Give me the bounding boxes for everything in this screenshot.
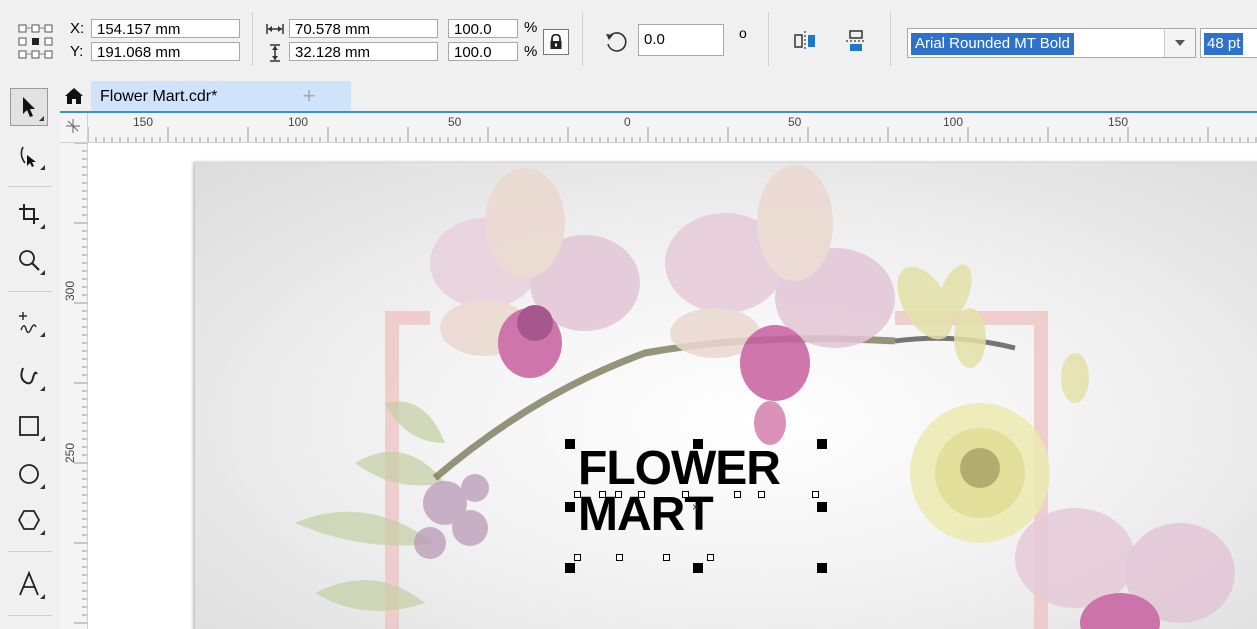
selection-handle-bottom-center[interactable]	[693, 563, 703, 573]
ruler-label: 50	[788, 115, 802, 129]
selected-text-object[interactable]: FLOWER MART	[578, 445, 781, 539]
polygon-icon	[17, 510, 41, 530]
text-node[interactable]	[574, 491, 581, 498]
text-icon	[19, 571, 39, 596]
text-node[interactable]	[812, 491, 819, 498]
freehand-tool[interactable]	[10, 303, 48, 341]
separator	[890, 12, 891, 66]
text-node[interactable]	[638, 491, 645, 498]
percent-label-x: %	[524, 19, 538, 36]
text-node[interactable]	[734, 491, 741, 498]
ellipse-tool[interactable]	[10, 455, 48, 493]
tab-title: Flower Mart.cdr*	[100, 88, 218, 105]
text-node[interactable]	[663, 554, 670, 561]
drawing-canvas[interactable]: FLOWER MART ×	[88, 143, 1257, 629]
rotate-icon	[603, 29, 629, 55]
text-node[interactable]	[707, 554, 714, 561]
flower-artwork	[295, 165, 1235, 629]
font-size-value: 48 pt	[1204, 33, 1244, 55]
font-size-field[interactable]: 48 pt	[1200, 28, 1257, 58]
chevron-down-icon[interactable]	[1164, 29, 1195, 57]
toolbox	[0, 81, 60, 629]
selection-handle-top-right[interactable]	[817, 439, 827, 449]
shape-edit-icon	[20, 146, 36, 167]
text-node[interactable]	[616, 554, 623, 561]
ruler-label: 300	[63, 280, 77, 301]
mirror-vertical-icon[interactable]	[842, 27, 870, 55]
center-mark-icon[interactable]: ×	[692, 500, 699, 514]
ruler-label: 50	[448, 115, 462, 129]
ruler-label: 100	[943, 115, 964, 129]
mirror-horizontal-icon[interactable]	[791, 27, 819, 55]
y-label: Y:	[70, 43, 84, 60]
font-list-dropdown[interactable]: Arial Rounded MT Bold	[907, 28, 1196, 58]
document-page[interactable]	[195, 163, 1257, 629]
shape-tool[interactable]	[10, 136, 48, 174]
reference-grid-icon[interactable]	[16, 22, 56, 62]
polygon-tool[interactable]	[10, 501, 48, 539]
separator	[252, 12, 253, 66]
text-node[interactable]	[758, 491, 765, 498]
ruler-origin[interactable]	[60, 113, 88, 143]
pick-tool[interactable]	[10, 88, 48, 126]
property-bar: X: 154.157 mm Y: 191.068 mm 70.578 mm 32…	[0, 0, 1257, 82]
text-tool[interactable]	[10, 565, 48, 603]
ruler-label: 250	[63, 442, 77, 463]
selection-handle-top-left[interactable]	[565, 439, 575, 449]
height-field[interactable]: 32.128 mm	[289, 42, 438, 61]
home-icon[interactable]	[60, 81, 88, 111]
ellipse-icon	[19, 464, 39, 484]
selection-handle-top-center[interactable]	[693, 439, 703, 449]
scale-x-field[interactable]: 100.0	[448, 19, 518, 38]
scale-y-field[interactable]: 100.0	[448, 42, 518, 61]
text-node[interactable]	[574, 554, 581, 561]
artistic-media-icon	[20, 367, 38, 385]
text-node[interactable]	[615, 491, 622, 498]
artistic-media-tool[interactable]	[10, 357, 48, 395]
height-icon	[268, 43, 282, 63]
lock-icon[interactable]	[543, 29, 569, 55]
rectangle-icon	[19, 416, 39, 436]
ruler-label: 100	[288, 115, 309, 129]
selection-handle-middle-left[interactable]	[565, 502, 575, 512]
freehand-icon	[19, 312, 37, 334]
percent-label-y: %	[524, 43, 538, 60]
new-tab-button[interactable]: +	[296, 83, 322, 109]
ruler-label: 150	[1108, 115, 1129, 129]
ruler-label: 150	[133, 115, 154, 129]
ruler-origin-icon	[66, 119, 80, 133]
width-field[interactable]: 70.578 mm	[289, 19, 438, 38]
selection-handle-bottom-left[interactable]	[565, 563, 575, 573]
zoom-tool[interactable]	[10, 241, 48, 279]
document-tabs: Flower Mart.cdr* +	[60, 81, 1257, 113]
vertical-ruler[interactable]: 300 250	[60, 143, 88, 629]
x-position-field[interactable]: 154.157 mm	[91, 19, 240, 38]
text-node[interactable]	[599, 491, 606, 498]
font-name-value: Arial Rounded MT Bold	[911, 33, 1074, 55]
crop-tool[interactable]	[10, 195, 48, 233]
plus-icon: +	[302, 83, 316, 108]
degree-label: o	[739, 25, 747, 41]
crop-icon	[19, 204, 39, 224]
zoom-icon	[19, 250, 40, 271]
pointer-icon	[23, 97, 35, 117]
selection-handle-bottom-right[interactable]	[817, 563, 827, 573]
text-node[interactable]	[682, 491, 689, 498]
x-label: X:	[70, 20, 85, 37]
rotation-field[interactable]: 0.0	[638, 24, 724, 56]
horizontal-ruler[interactable]: 150 100 50 0 50 100 150	[88, 113, 1257, 143]
ruler-label: 0	[624, 115, 631, 129]
selection-handle-middle-right[interactable]	[817, 502, 827, 512]
width-icon	[265, 21, 285, 37]
separator	[582, 12, 583, 66]
rectangle-tool[interactable]	[10, 407, 48, 445]
separator	[768, 12, 769, 66]
y-position-field[interactable]: 191.068 mm	[91, 42, 240, 61]
